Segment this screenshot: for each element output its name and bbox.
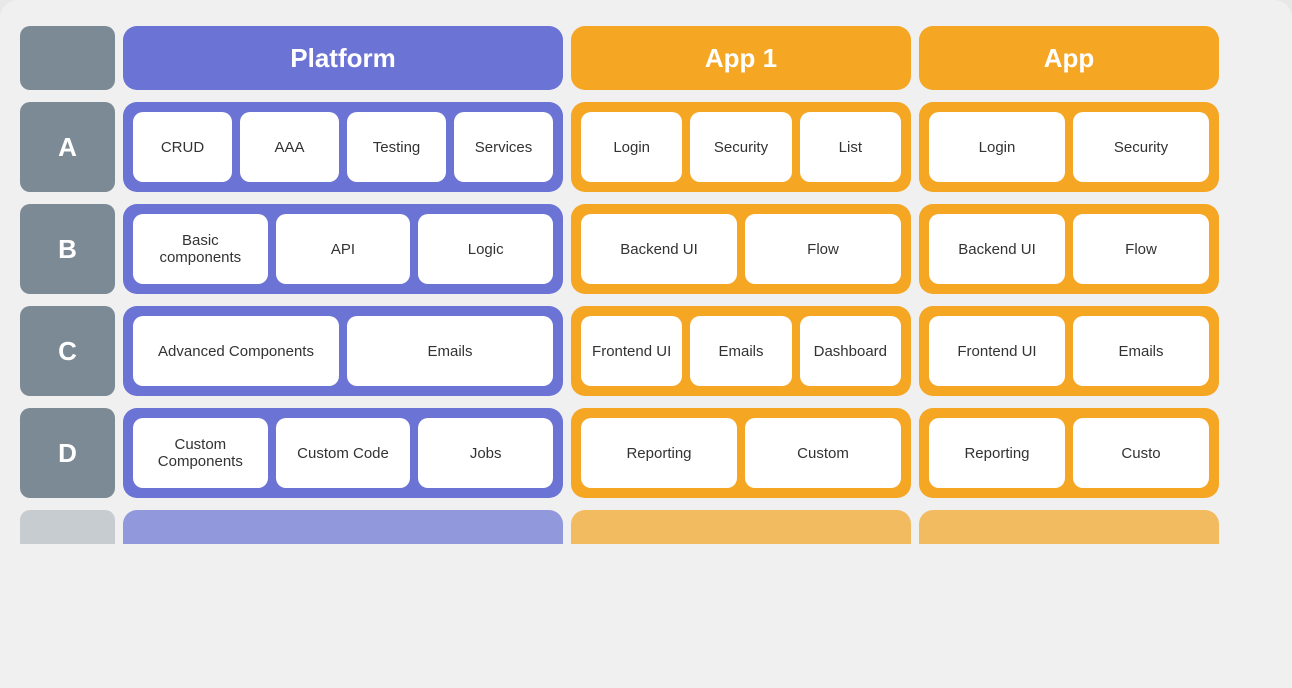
card-item[interactable]: Dashboard [800, 316, 901, 386]
card-item[interactable]: Backend UI [929, 214, 1065, 284]
card-item[interactable]: Custo [1073, 418, 1209, 488]
row-label-C: C [20, 306, 115, 396]
data-row-B: BBasic componentsAPILogicBackend UIFlowB… [20, 198, 1292, 300]
app1-section-A: LoginSecurityList [571, 102, 911, 192]
app2-header: App [919, 26, 1219, 90]
row-label-B: B [20, 204, 115, 294]
app2-section-D: ReportingCusto [919, 408, 1219, 498]
card-item[interactable]: List [800, 112, 901, 182]
card-item[interactable]: CRUD [133, 112, 232, 182]
platform-section-C: Advanced ComponentsEmails [123, 306, 563, 396]
card-item[interactable]: Testing [347, 112, 446, 182]
card-item[interactable]: Flow [745, 214, 901, 284]
platform-section-D: Custom ComponentsCustom CodeJobs [123, 408, 563, 498]
row-label-A: A [20, 102, 115, 192]
app1-section-D: ReportingCustom [571, 408, 911, 498]
platform-section-A: CRUDAAATestingServices [123, 102, 563, 192]
card-item[interactable]: Security [690, 112, 791, 182]
platform-section-B: Basic componentsAPILogic [123, 204, 563, 294]
card-item[interactable]: Flow [1073, 214, 1209, 284]
app2-section-C: Frontend UIEmails [919, 306, 1219, 396]
card-item[interactable]: Security [1073, 112, 1209, 182]
data-row-D: DCustom ComponentsCustom CodeJobsReporti… [20, 402, 1292, 504]
main-container: Platform App 1 App ACRUDAAATestingServic… [0, 0, 1292, 688]
card-item[interactable]: Custom [745, 418, 901, 488]
card-item[interactable]: Services [454, 112, 553, 182]
card-item[interactable]: Custom Code [276, 418, 411, 488]
data-row-A: ACRUDAAATestingServicesLoginSecurityList… [20, 96, 1292, 198]
row-label-D: D [20, 408, 115, 498]
card-item[interactable]: Custom Components [133, 418, 268, 488]
header-row: Platform App 1 App [20, 20, 1292, 96]
app1-header: App 1 [571, 26, 911, 90]
card-item[interactable]: Emails [347, 316, 553, 386]
app1-section-C: Frontend UIEmailsDashboard [571, 306, 911, 396]
card-item[interactable]: Advanced Components [133, 316, 339, 386]
partial-row-label [20, 510, 115, 544]
card-item[interactable]: Emails [690, 316, 791, 386]
partial-row [20, 504, 1292, 544]
card-item[interactable]: Logic [418, 214, 553, 284]
app1-section-B: Backend UIFlow [571, 204, 911, 294]
partial-section-2 [919, 510, 1219, 544]
card-item[interactable]: Basic components [133, 214, 268, 284]
app2-section-B: Backend UIFlow [919, 204, 1219, 294]
screen: Platform App 1 App ACRUDAAATestingServic… [0, 0, 1292, 688]
app2-section-A: LoginSecurity [919, 102, 1219, 192]
card-item[interactable]: Backend UI [581, 214, 737, 284]
card-item[interactable]: Jobs [418, 418, 553, 488]
app2-title: App [1044, 43, 1095, 74]
partial-section-0 [123, 510, 563, 544]
card-item[interactable]: AAA [240, 112, 339, 182]
card-item[interactable]: API [276, 214, 411, 284]
card-item[interactable]: Frontend UI [581, 316, 682, 386]
data-row-C: CAdvanced ComponentsEmailsFrontend UIEma… [20, 300, 1292, 402]
rows-container: ACRUDAAATestingServicesLoginSecurityList… [20, 96, 1292, 544]
header-empty-label [20, 26, 115, 90]
card-item[interactable]: Reporting [581, 418, 737, 488]
card-item[interactable]: Login [581, 112, 682, 182]
grid-wrapper: Platform App 1 App ACRUDAAATestingServic… [20, 20, 1292, 544]
card-item[interactable]: Emails [1073, 316, 1209, 386]
platform-header: Platform [123, 26, 563, 90]
app1-title: App 1 [705, 43, 777, 74]
platform-title: Platform [290, 43, 395, 74]
partial-section-1 [571, 510, 911, 544]
card-item[interactable]: Reporting [929, 418, 1065, 488]
card-item[interactable]: Frontend UI [929, 316, 1065, 386]
card-item[interactable]: Login [929, 112, 1065, 182]
